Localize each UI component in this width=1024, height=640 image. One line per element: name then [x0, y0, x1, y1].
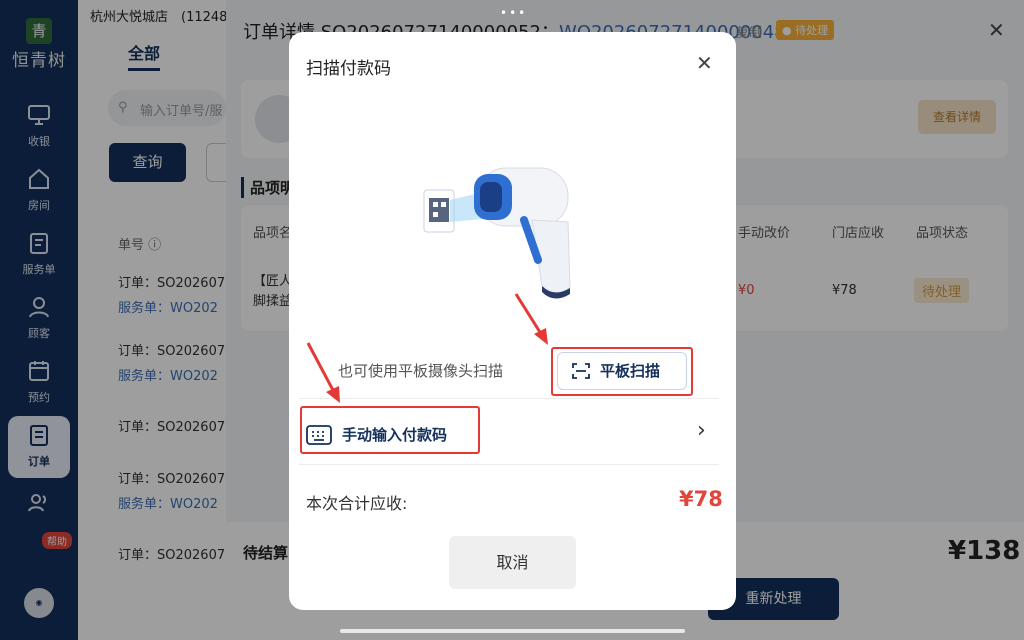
close-icon[interactable]: ✕	[696, 51, 713, 75]
total-value: ¥78	[679, 487, 723, 511]
home-indicator[interactable]	[340, 629, 685, 633]
divider	[299, 398, 719, 399]
chevron-right-icon[interactable]: ›	[697, 418, 706, 443]
dialog-title: 扫描付款码	[306, 59, 391, 79]
scan-payment-dialog: 扫描付款码 ✕ 也可使用平板摄像头扫描 平板扫描 手动输入付款码 › 本次合计应…	[289, 32, 736, 610]
barcode-scanner-illustration	[423, 167, 571, 299]
highlight-box	[300, 406, 480, 454]
scan-hint: 也可使用平板摄像头扫描	[338, 362, 504, 380]
highlight-box	[551, 347, 693, 396]
cancel-button[interactable]: 取消	[449, 536, 576, 589]
multitask-dots[interactable]: •••	[500, 6, 527, 20]
divider	[299, 464, 719, 465]
total-label: 本次合计应收:	[306, 494, 408, 513]
